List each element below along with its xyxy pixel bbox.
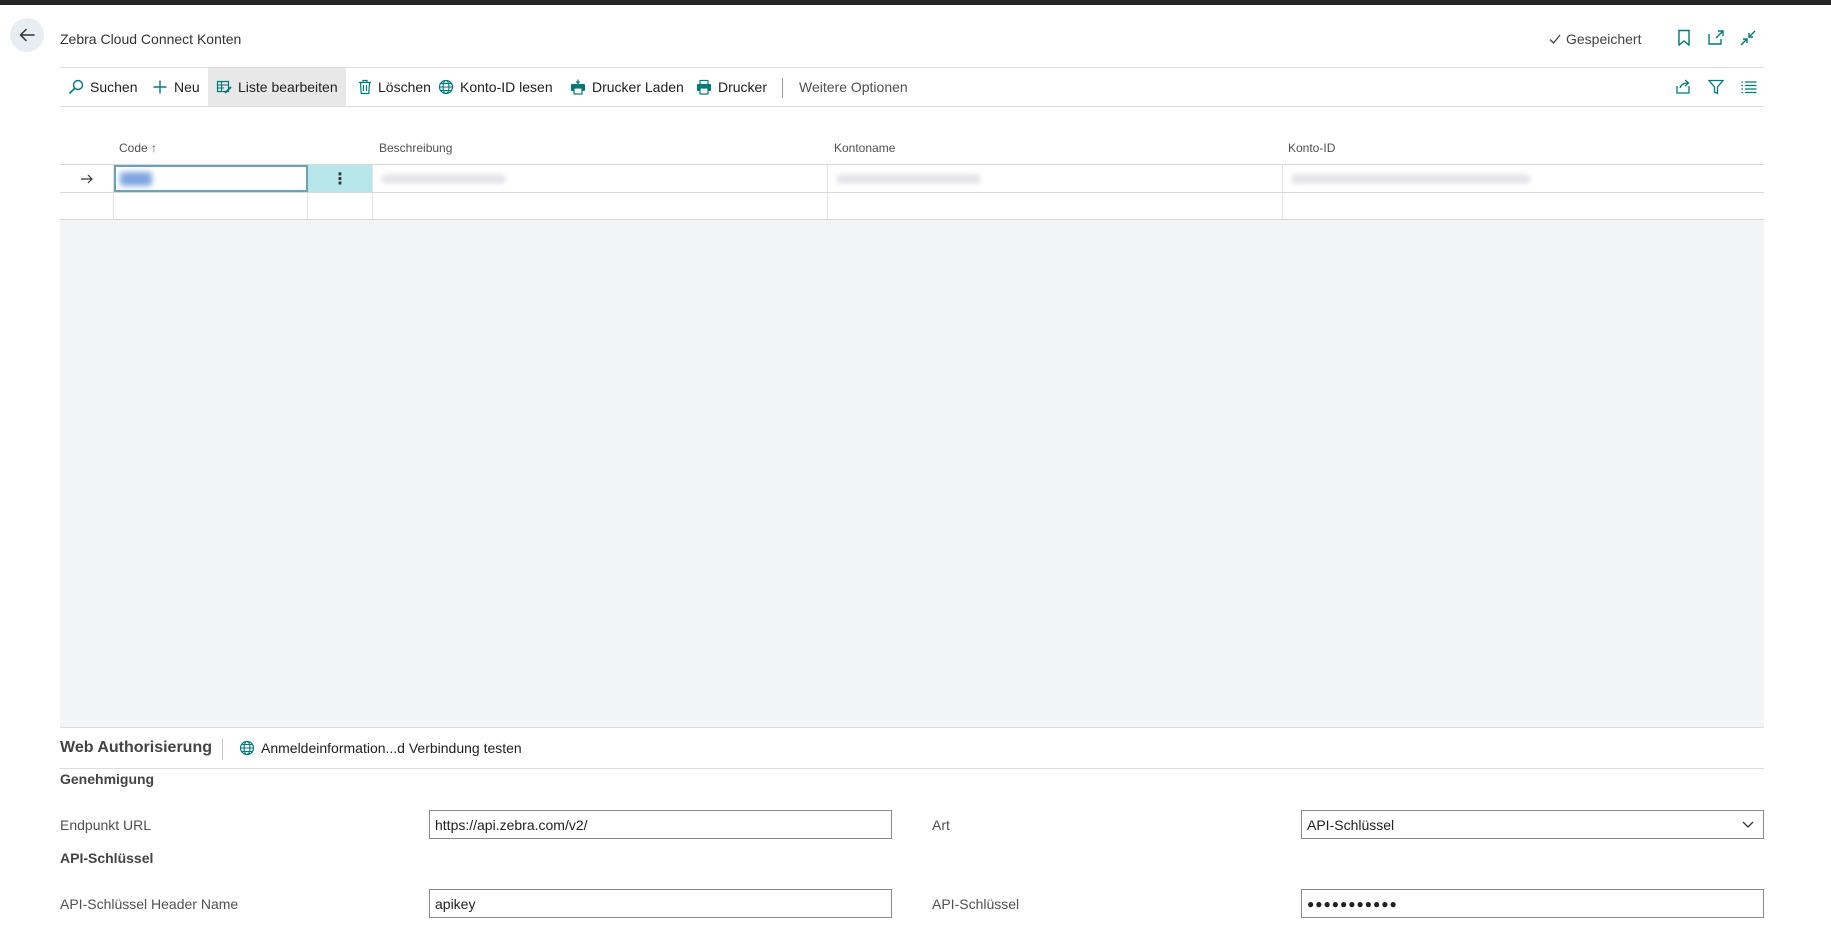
- cell-beschreibung[interactable]: [373, 165, 828, 192]
- api-key-label: API-Schlüssel: [932, 896, 1020, 912]
- chevron-down-icon: [1742, 821, 1754, 828]
- filter-button[interactable]: [1706, 77, 1726, 97]
- bookmark-icon: [1678, 29, 1690, 47]
- cell-beschreibung[interactable]: [373, 193, 828, 220]
- back-arrow-icon: [19, 28, 35, 42]
- type-select-value: API-Schlüssel: [1307, 816, 1395, 833]
- api-key-header-name-input[interactable]: apikey: [429, 889, 892, 918]
- cell-code[interactable]: [114, 193, 308, 220]
- web-auth-separator: [222, 738, 223, 760]
- more-vertical-icon: ⋮: [332, 170, 348, 188]
- type-label: Art: [932, 817, 950, 833]
- globe-icon: [438, 79, 454, 95]
- saved-status: Gespeichert: [1548, 31, 1641, 47]
- cell-code[interactable]: [114, 165, 308, 192]
- delete-label: Löschen: [378, 79, 431, 95]
- bookmark-button[interactable]: [1674, 28, 1694, 48]
- read-account-id-button[interactable]: Konto-ID lesen: [430, 68, 561, 106]
- share-icon: [1676, 79, 1690, 94]
- redacted-value: [381, 173, 506, 184]
- web-auth-title: Web Authorisierung: [60, 739, 212, 756]
- action-separator: [782, 78, 783, 98]
- sort-ascending-icon: ↑: [151, 141, 158, 155]
- cell-konto-id[interactable]: [1283, 193, 1764, 220]
- cell-kontoname[interactable]: [828, 165, 1283, 192]
- column-header-code[interactable]: Code ↑: [119, 141, 157, 155]
- search-icon: [68, 79, 84, 95]
- back-button[interactable]: [10, 18, 44, 52]
- more-options-button[interactable]: Weitere Optionen: [791, 68, 916, 106]
- column-header-beschreibung[interactable]: Beschreibung: [379, 141, 452, 155]
- row-indicator: [60, 165, 114, 192]
- table-row[interactable]: ⋮: [60, 164, 1764, 192]
- page-title: Zebra Cloud Connect Konten: [60, 31, 242, 47]
- row-indicator: [60, 193, 114, 220]
- printer-download-icon: [571, 79, 585, 95]
- edit-list-icon: [216, 80, 232, 94]
- redacted-value: [1291, 173, 1531, 184]
- redacted-value: [836, 173, 981, 184]
- api-key-heading: API-Schlüssel: [60, 850, 154, 866]
- row-arrow-icon: [80, 174, 93, 183]
- api-key-header-name-label: API-Schlüssel Header Name: [60, 896, 239, 912]
- action-bar: Suchen Neu Liste bearbeiten Löschen Kont…: [60, 67, 1764, 107]
- test-connection-label: Anmeldeinformation...d Verbindung testen: [261, 740, 522, 756]
- plus-icon: [153, 80, 167, 94]
- table-row[interactable]: [60, 192, 1764, 220]
- row-actions-button[interactable]: ⋮: [308, 165, 373, 192]
- read-account-id-label: Konto-ID lesen: [460, 79, 553, 95]
- open-new-window-icon: [1708, 30, 1724, 45]
- saved-label: Gespeichert: [1566, 31, 1642, 47]
- printers-button[interactable]: Drucker: [688, 68, 775, 106]
- endpoint-url-input[interactable]: https://api.zebra.com/v2/: [429, 810, 892, 839]
- new-button[interactable]: Neu: [144, 68, 208, 106]
- web-auth-part-header: Web Authorisierung Anmeldeinformation...…: [60, 729, 1764, 769]
- column-header-konto-id[interactable]: Konto-ID: [1288, 141, 1335, 155]
- trash-icon: [359, 79, 371, 95]
- row-actions-cell: [308, 193, 373, 220]
- checkmark-icon: [1549, 34, 1561, 44]
- new-label: Neu: [174, 79, 200, 95]
- redacted-value: [120, 171, 152, 186]
- load-printers-button[interactable]: Drucker Laden: [562, 68, 692, 106]
- list-view-icon: [1741, 81, 1757, 94]
- printer-icon: [697, 79, 711, 95]
- api-key-password-input[interactable]: ●●●●●●●●●●●: [1301, 889, 1764, 918]
- window-top-bar: [0, 0, 1831, 5]
- column-header-kontoname[interactable]: Kontoname: [834, 141, 895, 155]
- cell-konto-id[interactable]: [1283, 165, 1764, 192]
- load-printers-label: Drucker Laden: [592, 79, 684, 95]
- globe-icon: [239, 740, 255, 756]
- genehmigung-heading: Genehmigung: [60, 771, 155, 787]
- search-label: Suchen: [90, 79, 138, 95]
- endpoint-url-label: Endpunkt URL: [60, 817, 152, 833]
- filter-icon: [1707, 79, 1725, 95]
- type-select[interactable]: API-Schlüssel: [1301, 810, 1764, 839]
- cell-kontoname[interactable]: [828, 193, 1283, 220]
- share-button[interactable]: [1673, 77, 1693, 97]
- open-new-window-button[interactable]: [1706, 28, 1726, 48]
- edit-list-button[interactable]: Liste bearbeiten: [208, 68, 346, 106]
- list-grid: ⋮: [60, 164, 1764, 728]
- edit-list-label: Liste bearbeiten: [238, 79, 338, 95]
- test-connection-button[interactable]: Anmeldeinformation...d Verbindung testen: [239, 740, 522, 756]
- delete-button[interactable]: Löschen: [350, 68, 439, 106]
- column-header-code-label: Code: [119, 141, 148, 155]
- search-button[interactable]: Suchen: [60, 68, 145, 106]
- collapse-icon: [1740, 30, 1756, 46]
- printers-label: Drucker: [718, 79, 768, 95]
- list-view-button[interactable]: [1739, 77, 1759, 97]
- collapse-button[interactable]: [1738, 28, 1758, 48]
- more-options-label: Weitere Optionen: [799, 79, 908, 95]
